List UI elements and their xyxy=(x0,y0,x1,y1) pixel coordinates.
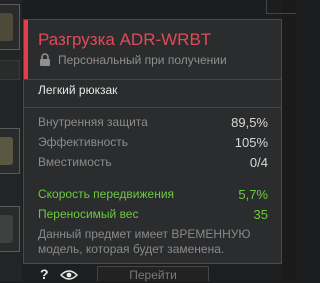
item-tooltip: Разгрузка ADR-WRBT Персональный при полу… xyxy=(23,19,282,264)
stat-value: 89,5% xyxy=(231,115,268,130)
background-panel xyxy=(282,0,296,281)
inventory-slot[interactable] xyxy=(0,206,20,252)
inventory-item-image xyxy=(0,215,13,243)
inventory-slot[interactable] xyxy=(0,60,20,80)
stat-row-movement-speed: Скорость передвижения 5,7% xyxy=(38,184,268,204)
stat-label: Эффективность xyxy=(38,135,129,149)
binding-status: Персональный при получении xyxy=(38,53,227,67)
bonus-value: 35 xyxy=(253,207,268,222)
inventory-item-image xyxy=(0,13,13,41)
binding-status-label: Персональный при получении xyxy=(58,53,227,67)
bonus-label: Переносимый вес xyxy=(38,207,139,221)
go-button[interactable]: Перейти xyxy=(97,266,209,282)
item-title: Разгрузка ADR-WRBT xyxy=(38,30,212,49)
stat-label: Внутренняя защита xyxy=(38,115,148,129)
stat-row-capacity: Вместимость 0/4 xyxy=(38,152,268,172)
help-icon[interactable]: ? xyxy=(40,266,49,282)
stat-row-carry-weight: Переносимый вес 35 xyxy=(38,204,268,224)
stat-label: Вместимость xyxy=(38,155,112,169)
lock-icon xyxy=(40,53,50,66)
bonus-stats-list: Скорость передвижения 5,7% Переносимый в… xyxy=(38,184,268,224)
stat-row-internal-protection: Внутренняя защита 89,5% xyxy=(38,112,268,132)
inventory-slot[interactable] xyxy=(0,4,20,50)
stats-list: Внутренняя защита 89,5% Эффективность 10… xyxy=(38,112,268,172)
inventory-item-image xyxy=(0,137,13,165)
stat-value: 0/4 xyxy=(249,155,268,170)
inventory-strip xyxy=(0,0,22,281)
divider xyxy=(24,107,281,108)
temporary-model-note: Данный предмет имеет ВРЕМЕННУЮ модель, к… xyxy=(38,227,251,256)
stat-value: 105% xyxy=(234,135,268,150)
bonus-label: Скорость передвижения xyxy=(38,187,175,201)
divider xyxy=(24,79,281,80)
eye-icon[interactable] xyxy=(60,269,78,281)
stat-row-efficiency: Эффективность 105% xyxy=(38,132,268,152)
bonus-value: 5,7% xyxy=(238,187,268,202)
background-slot xyxy=(266,0,296,14)
inventory-slot[interactable] xyxy=(0,128,20,174)
item-category: Легкий рюкзак xyxy=(38,83,118,97)
rarity-accent-bar xyxy=(24,20,28,79)
